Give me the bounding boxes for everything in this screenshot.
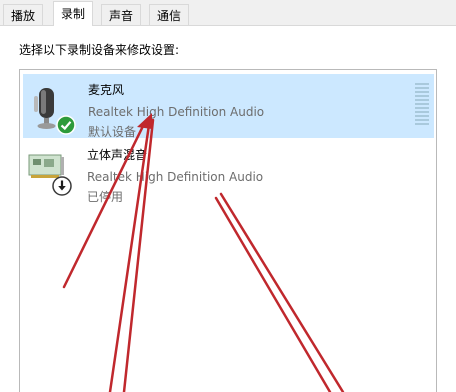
device-description: Realtek High Definition Audio: [88, 105, 265, 119]
device-description: Realtek High Definition Audio: [87, 170, 264, 184]
device-item-microphone[interactable]: 麦克风 Realtek High Definition Audio 默认设备: [23, 74, 434, 139]
tab-communications[interactable]: 通信: [149, 4, 190, 25]
recording-panel: 选择以下录制设备来修改设置: 麦克风 Realtek High Definiti…: [0, 26, 456, 392]
device-item-stereo-mix[interactable]: 立体声混音 Realtek High Definition Audio 已停用: [23, 140, 434, 204]
device-name: 麦克风: [88, 83, 125, 97]
disabled-down-arrow-icon: [52, 176, 72, 196]
instruction-text: 选择以下录制设备来修改设置:: [19, 43, 180, 57]
default-check-icon: [56, 115, 76, 135]
level-meter: [415, 83, 429, 127]
tab-recording[interactable]: 录制: [53, 1, 94, 26]
device-name: 立体声混音: [87, 148, 148, 162]
tab-playback[interactable]: 播放: [3, 4, 44, 25]
recording-device-list[interactable]: 麦克风 Realtek High Definition Audio 默认设备 立…: [19, 69, 437, 392]
device-status: 默认设备: [88, 125, 137, 139]
tab-sounds[interactable]: 声音: [101, 4, 142, 25]
tab-strip: 播放 录制 声音 通信: [0, 0, 456, 26]
device-status: 已停用: [87, 190, 124, 204]
